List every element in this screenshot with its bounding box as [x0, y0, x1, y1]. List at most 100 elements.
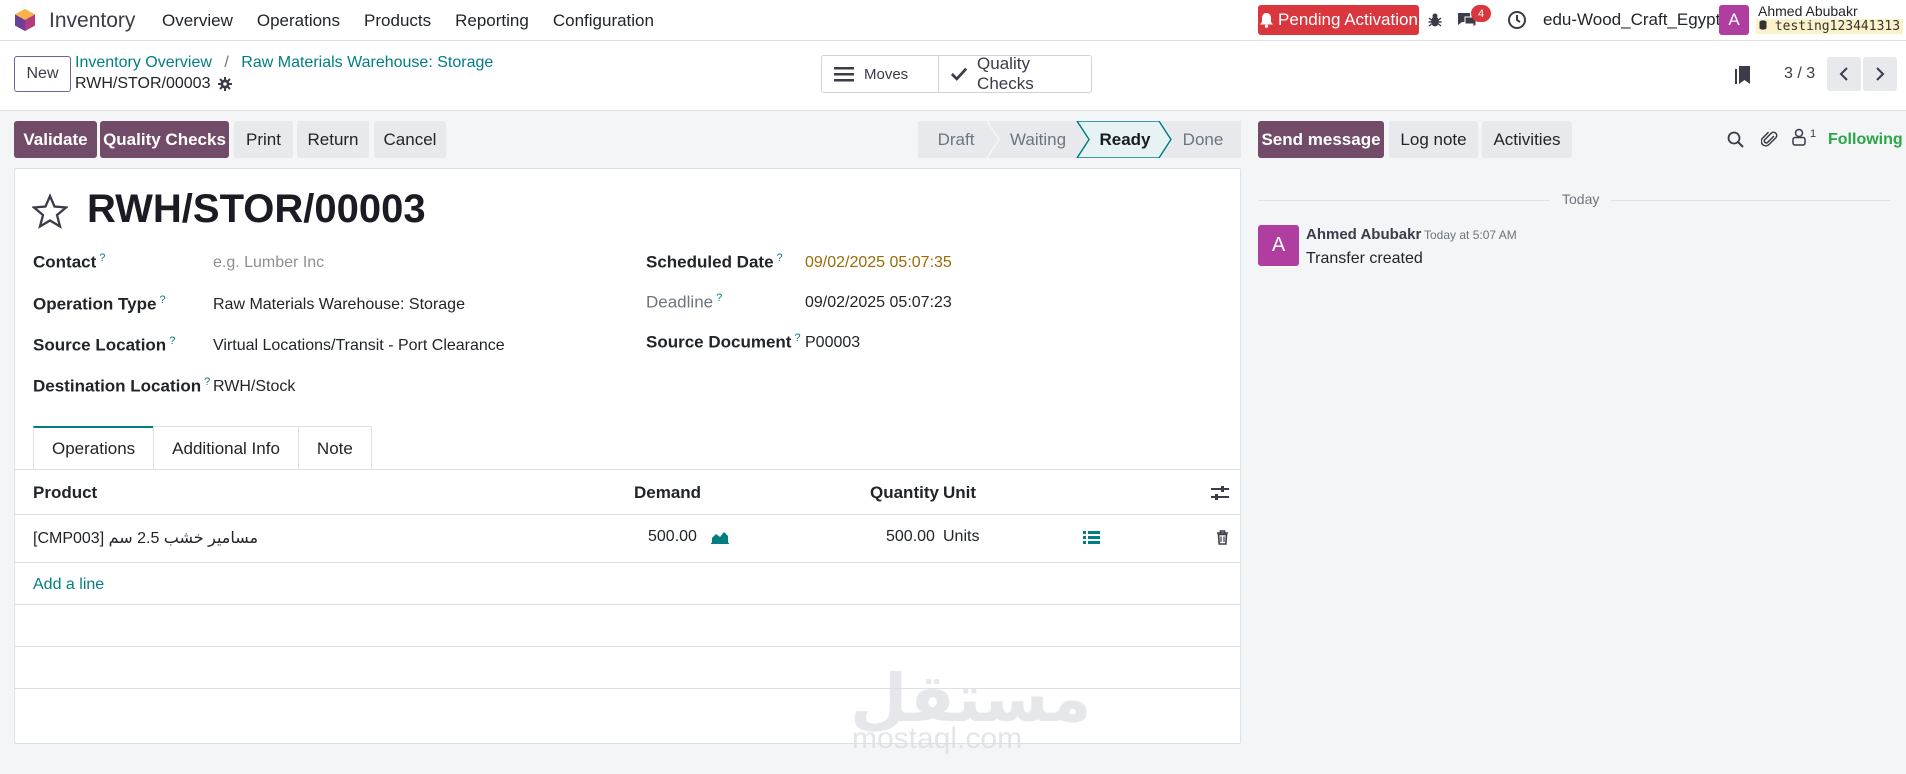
watermark-url: mostaql.com: [852, 722, 1023, 755]
stage-draft[interactable]: Draft: [918, 121, 998, 158]
add-line-link[interactable]: Add a line: [33, 576, 104, 594]
help-icon[interactable]: ?: [716, 292, 722, 304]
activities-button[interactable]: Activities: [1482, 121, 1572, 158]
stage-waiting[interactable]: Waiting: [988, 121, 1087, 158]
validate-button[interactable]: Validate: [14, 121, 97, 158]
message-time: Today at 5:07 AM: [1424, 228, 1517, 242]
menu-products[interactable]: Products: [352, 0, 443, 41]
help-icon[interactable]: ?: [794, 332, 800, 344]
forecast-chart-icon[interactable]: [711, 530, 729, 544]
breadcrumb: Inventory Overview / Raw Materials Wareh…: [75, 54, 493, 72]
search-icon[interactable]: [1727, 131, 1744, 148]
log-note-button[interactable]: Log note: [1389, 121, 1478, 158]
row-quantity[interactable]: 500.00: [886, 528, 935, 546]
pager-next-button[interactable]: [1863, 57, 1897, 91]
database-name: testing123441313: [1756, 19, 1904, 34]
tab-additional-info[interactable]: Additional Info: [153, 426, 299, 470]
stage-done[interactable]: Done: [1161, 121, 1241, 158]
quality-checks-label: Quality Checks: [977, 54, 1034, 93]
company-switcher[interactable]: edu-Wood_Craft_Egypt: [1543, 10, 1720, 30]
app-name[interactable]: Inventory: [49, 9, 135, 33]
status-bar: Draft Waiting Ready Done: [918, 121, 1241, 158]
pending-activation-button[interactable]: Pending Activation: [1258, 5, 1419, 35]
tab-note[interactable]: Note: [297, 426, 372, 470]
trash-icon[interactable]: [1216, 530, 1229, 545]
column-quantity[interactable]: Quantity: [870, 483, 939, 503]
menu-reporting[interactable]: Reporting: [443, 0, 541, 41]
database-name-label: testing123441313: [1774, 19, 1901, 34]
source-document-label: Source Document?: [646, 332, 801, 352]
tab-operations[interactable]: Operations: [33, 426, 155, 470]
user-icon: [1792, 128, 1806, 146]
followers-button[interactable]: 1: [1791, 128, 1816, 146]
return-button[interactable]: Return: [297, 121, 369, 158]
new-button[interactable]: New: [14, 56, 71, 92]
send-message-button[interactable]: Send message: [1258, 121, 1384, 158]
row-demand: 500.00: [648, 528, 697, 545]
control-panel: New Inventory Overview / Raw Materials W…: [0, 41, 1906, 111]
menu-configuration[interactable]: Configuration: [541, 0, 666, 41]
record-title: RWH/STOR/00003: [87, 187, 426, 231]
print-button[interactable]: Print: [234, 121, 293, 158]
help-icon[interactable]: ?: [204, 376, 210, 388]
stage-done-label: Done: [1183, 130, 1224, 149]
row-unit[interactable]: Units: [943, 528, 979, 546]
message-author[interactable]: Ahmed Abubakr: [1306, 226, 1421, 243]
row-divider: [15, 604, 1240, 605]
pager-previous-button[interactable]: [1827, 57, 1861, 91]
breadcrumb-warehouse-storage[interactable]: Raw Materials Warehouse: Storage: [241, 54, 493, 71]
user-avatar[interactable]: A: [1719, 5, 1749, 35]
breadcrumb-separator: /: [224, 54, 229, 71]
destination-location-field[interactable]: RWH/Stock: [213, 378, 295, 396]
paperclip-icon[interactable]: [1761, 130, 1778, 148]
deadline-field[interactable]: 09/02/2025 05:07:23: [805, 294, 952, 312]
help-icon[interactable]: ?: [159, 294, 165, 306]
list-icon: [834, 67, 854, 82]
current-record: RWH/STOR/00003: [75, 75, 233, 93]
cancel-button[interactable]: Cancel: [374, 121, 446, 158]
source-location-label: Source Location?: [33, 335, 176, 355]
help-icon[interactable]: ?: [169, 335, 175, 347]
column-demand[interactable]: Demand: [634, 483, 701, 503]
bookmark-icon[interactable]: [1735, 65, 1751, 85]
activity-clock-icon[interactable]: [1506, 9, 1528, 31]
star-icon[interactable]: [32, 193, 68, 229]
pager-value[interactable]: 3 / 3: [1784, 65, 1815, 83]
scheduled-date-field[interactable]: 09/02/2025 05:07:35: [805, 254, 952, 272]
row-divider: [15, 514, 1240, 515]
moves-smart-button[interactable]: Moves: [822, 56, 939, 92]
user-name[interactable]: Ahmed Abubakr: [1758, 3, 1858, 19]
stage-ready[interactable]: Ready: [1076, 121, 1172, 158]
debug-bug-icon[interactable]: [1424, 9, 1446, 31]
help-icon[interactable]: ?: [99, 252, 105, 264]
column-unit[interactable]: Unit: [943, 483, 976, 503]
detailed-operations-icon[interactable]: [1083, 531, 1100, 544]
column-product[interactable]: Product: [33, 483, 97, 503]
help-icon[interactable]: ?: [777, 252, 783, 264]
pending-activation-label: Pending Activation: [1278, 10, 1418, 29]
gear-icon[interactable]: [218, 77, 233, 91]
menu-overview[interactable]: Overview: [150, 0, 245, 41]
optional-columns-icon[interactable]: [1211, 485, 1229, 501]
contact-field[interactable]: e.g. Lumber Inc: [213, 254, 324, 272]
smart-buttons: Moves Quality Checks: [821, 54, 1092, 93]
row-divider: [15, 562, 1240, 563]
operation-type-label: Operation Type?: [33, 294, 166, 314]
row-product[interactable]: [CMP003] مسامير خشب 2.5 سم: [33, 528, 258, 548]
breadcrumb-inventory-overview[interactable]: Inventory Overview: [75, 54, 212, 71]
scheduled-date-label: Scheduled Date?: [646, 252, 783, 272]
tab-divider: [15, 469, 1240, 470]
quality-checks-smart-button[interactable]: Quality Checks: [939, 54, 1091, 93]
menu-operations[interactable]: Operations: [245, 0, 352, 41]
form-sheet: RWH/STOR/00003 Contact? e.g. Lumber Inc …: [14, 168, 1241, 744]
source-location-field[interactable]: Virtual Locations/Transit - Port Clearan…: [213, 337, 505, 355]
inventory-app-icon[interactable]: [13, 8, 37, 32]
quality-checks-button[interactable]: Quality Checks: [100, 121, 229, 158]
message-avatar[interactable]: A: [1258, 225, 1299, 266]
stage-waiting-label: Waiting: [1010, 130, 1066, 149]
operation-type-field[interactable]: Raw Materials Warehouse: Storage: [213, 296, 465, 314]
contact-label: Contact?: [33, 252, 106, 272]
source-document-field[interactable]: P00003: [805, 334, 860, 352]
following-toggle[interactable]: Following: [1828, 131, 1903, 149]
followers-count: 1: [1810, 128, 1817, 140]
